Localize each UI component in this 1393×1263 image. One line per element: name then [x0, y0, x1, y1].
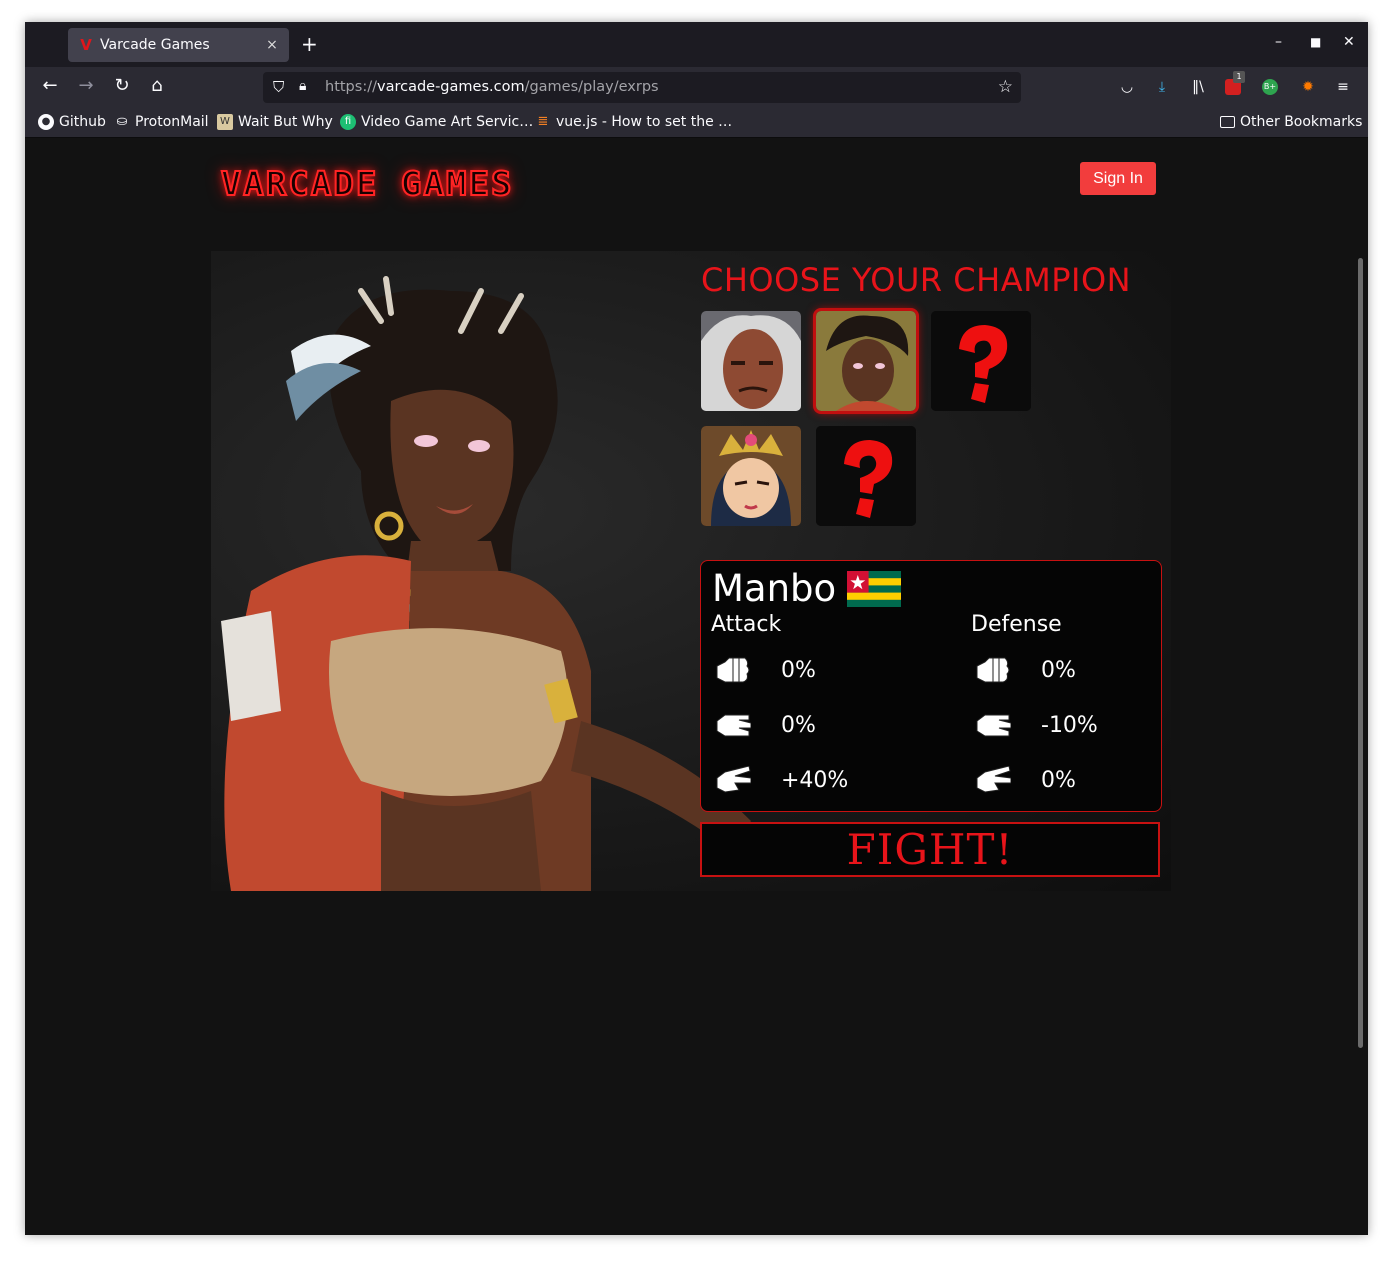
champion-name: Manbo: [712, 567, 837, 610]
close-window-icon[interactable]: ✕: [1343, 34, 1355, 50]
defense-rock-value: 0%: [1041, 657, 1076, 683]
bookmark-waitbutwhy[interactable]: W Wait But Why: [217, 114, 333, 130]
nav-toolbar: ← → ↻ ⌂ ⛉ 🔒︎ https://varcade-games.com/g…: [25, 67, 1368, 107]
varcade-favicon-icon: V: [80, 36, 92, 54]
attack-rock-value: 0%: [781, 657, 816, 683]
rock-hand-icon: [716, 657, 750, 683]
fiverr-icon: fi: [340, 114, 356, 130]
lock-icon[interactable]: 🔒︎: [299, 78, 306, 94]
tracking-shield-icon[interactable]: ⛉: [273, 78, 284, 96]
crowned-heroine-avatar: [701, 426, 801, 526]
champion-slot-locked-1[interactable]: [931, 311, 1031, 411]
bookmark-video-game-art[interactable]: fi Video Game Art Servic…: [340, 114, 533, 130]
choose-champion-heading: CHOOSE YOUR CHAMPION: [701, 261, 1132, 299]
attack-paper-stat: 0%: [715, 711, 816, 739]
page-content: VARCADE GAMES Sign In CHOOSE YOUR CHAMPI…: [25, 138, 1368, 1235]
extension-green-icon[interactable]: B+: [1262, 79, 1278, 95]
bookmark-protonmail[interactable]: ⛀ ProtonMail: [114, 114, 209, 130]
paper-hand-icon: [716, 714, 751, 737]
library-icon[interactable]: ‖\: [1188, 77, 1208, 97]
scissors-hand-icon: [976, 766, 1011, 793]
url-text[interactable]: https://varcade-games.com/games/play/exr…: [325, 79, 659, 95]
champion-slot-crowned-heroine[interactable]: [701, 426, 801, 526]
selected-champion-portrait: [221, 276, 751, 891]
pocket-icon[interactable]: ◡: [1117, 77, 1137, 97]
defense-scissors-stat: 0%: [975, 766, 1076, 794]
defense-paper-value: -10%: [1041, 712, 1098, 738]
game-stage: CHOOSE YOUR CHAMPION Manbo Attack Defens…: [211, 251, 1171, 891]
tab-close-icon[interactable]: ×: [261, 37, 283, 53]
reload-icon[interactable]: ↻: [110, 75, 134, 97]
tab-varcade-games[interactable]: V Varcade Games ×: [68, 28, 289, 62]
attack-heading: Attack: [711, 612, 782, 637]
browser-window: V Varcade Games × + – ■ ✕ ← → ↻ ⌂ ⛉ 🔒︎ h…: [25, 22, 1368, 1235]
other-bookmarks[interactable]: Other Bookmarks: [1220, 114, 1362, 130]
bookmark-vuejs[interactable]: ≣ vue.js - How to set the …: [535, 114, 733, 130]
varcade-logo[interactable]: VARCADE GAMES: [220, 163, 514, 204]
attack-scissors-stat: +40%: [715, 766, 848, 794]
new-tab-button[interactable]: +: [301, 33, 318, 55]
bookmark-github[interactable]: ● Github: [38, 114, 106, 130]
defense-heading: Defense: [971, 612, 1062, 637]
tab-title: Varcade Games: [100, 37, 210, 53]
github-icon: ●: [38, 114, 54, 130]
paper-hand-icon: [976, 714, 1011, 737]
attack-rock-stat: 0%: [715, 656, 816, 684]
extension-orange-icon[interactable]: ✹: [1298, 77, 1318, 97]
attack-paper-value: 0%: [781, 712, 816, 738]
bookmarks-bar: ● Github ⛀ ProtonMail W Wait But Why fi Vide…: [25, 107, 1368, 138]
tab-strip: V Varcade Games × + – ■ ✕: [25, 22, 1368, 67]
folder-icon: [1220, 116, 1235, 128]
defense-rock-stat: 0%: [975, 656, 1076, 684]
attack-scissors-value: +40%: [781, 767, 849, 793]
question-mark-icon: [931, 311, 1031, 411]
stackoverflow-icon: ≣: [537, 114, 549, 129]
back-arrow-icon[interactable]: ←: [38, 75, 62, 97]
champion-stats-panel: Manbo Attack Defense 0% 0% +40% 0% -10% …: [700, 560, 1162, 812]
extension-badge: 1: [1233, 71, 1245, 83]
question-mark-icon: [816, 426, 916, 526]
url-bar[interactable]: ⛉ 🔒︎ https://varcade-games.com/games/pla…: [263, 72, 1021, 103]
sign-in-button[interactable]: Sign In: [1080, 162, 1156, 195]
scissors-hand-icon: [716, 766, 751, 793]
menu-hamburger-icon[interactable]: ≡: [1333, 77, 1353, 97]
maximize-icon[interactable]: ■: [1310, 35, 1321, 49]
fight-button[interactable]: FIGHT!: [700, 822, 1160, 877]
waitbutwhy-icon: W: [217, 114, 233, 130]
bookmark-star-icon[interactable]: ☆: [998, 77, 1013, 97]
defense-paper-stat: -10%: [975, 711, 1098, 739]
forward-arrow-icon[interactable]: →: [74, 75, 98, 97]
defense-scissors-value: 0%: [1041, 767, 1076, 793]
home-icon[interactable]: ⌂: [145, 75, 169, 97]
download-icon[interactable]: ⤓: [1152, 77, 1172, 97]
protonmail-icon: ⛀: [116, 114, 128, 129]
rock-hand-icon: [976, 657, 1010, 683]
manbo-avatar: [816, 311, 916, 411]
page-scrollbar[interactable]: [1358, 258, 1363, 1048]
minimize-icon[interactable]: –: [1275, 34, 1282, 50]
champion-slot-locked-2[interactable]: [816, 426, 916, 526]
champion-slot-old-warrior[interactable]: [701, 311, 801, 411]
champion-slot-manbo[interactable]: [816, 311, 916, 411]
old-warrior-avatar: [701, 311, 801, 411]
togo-flag-icon: [847, 571, 901, 607]
